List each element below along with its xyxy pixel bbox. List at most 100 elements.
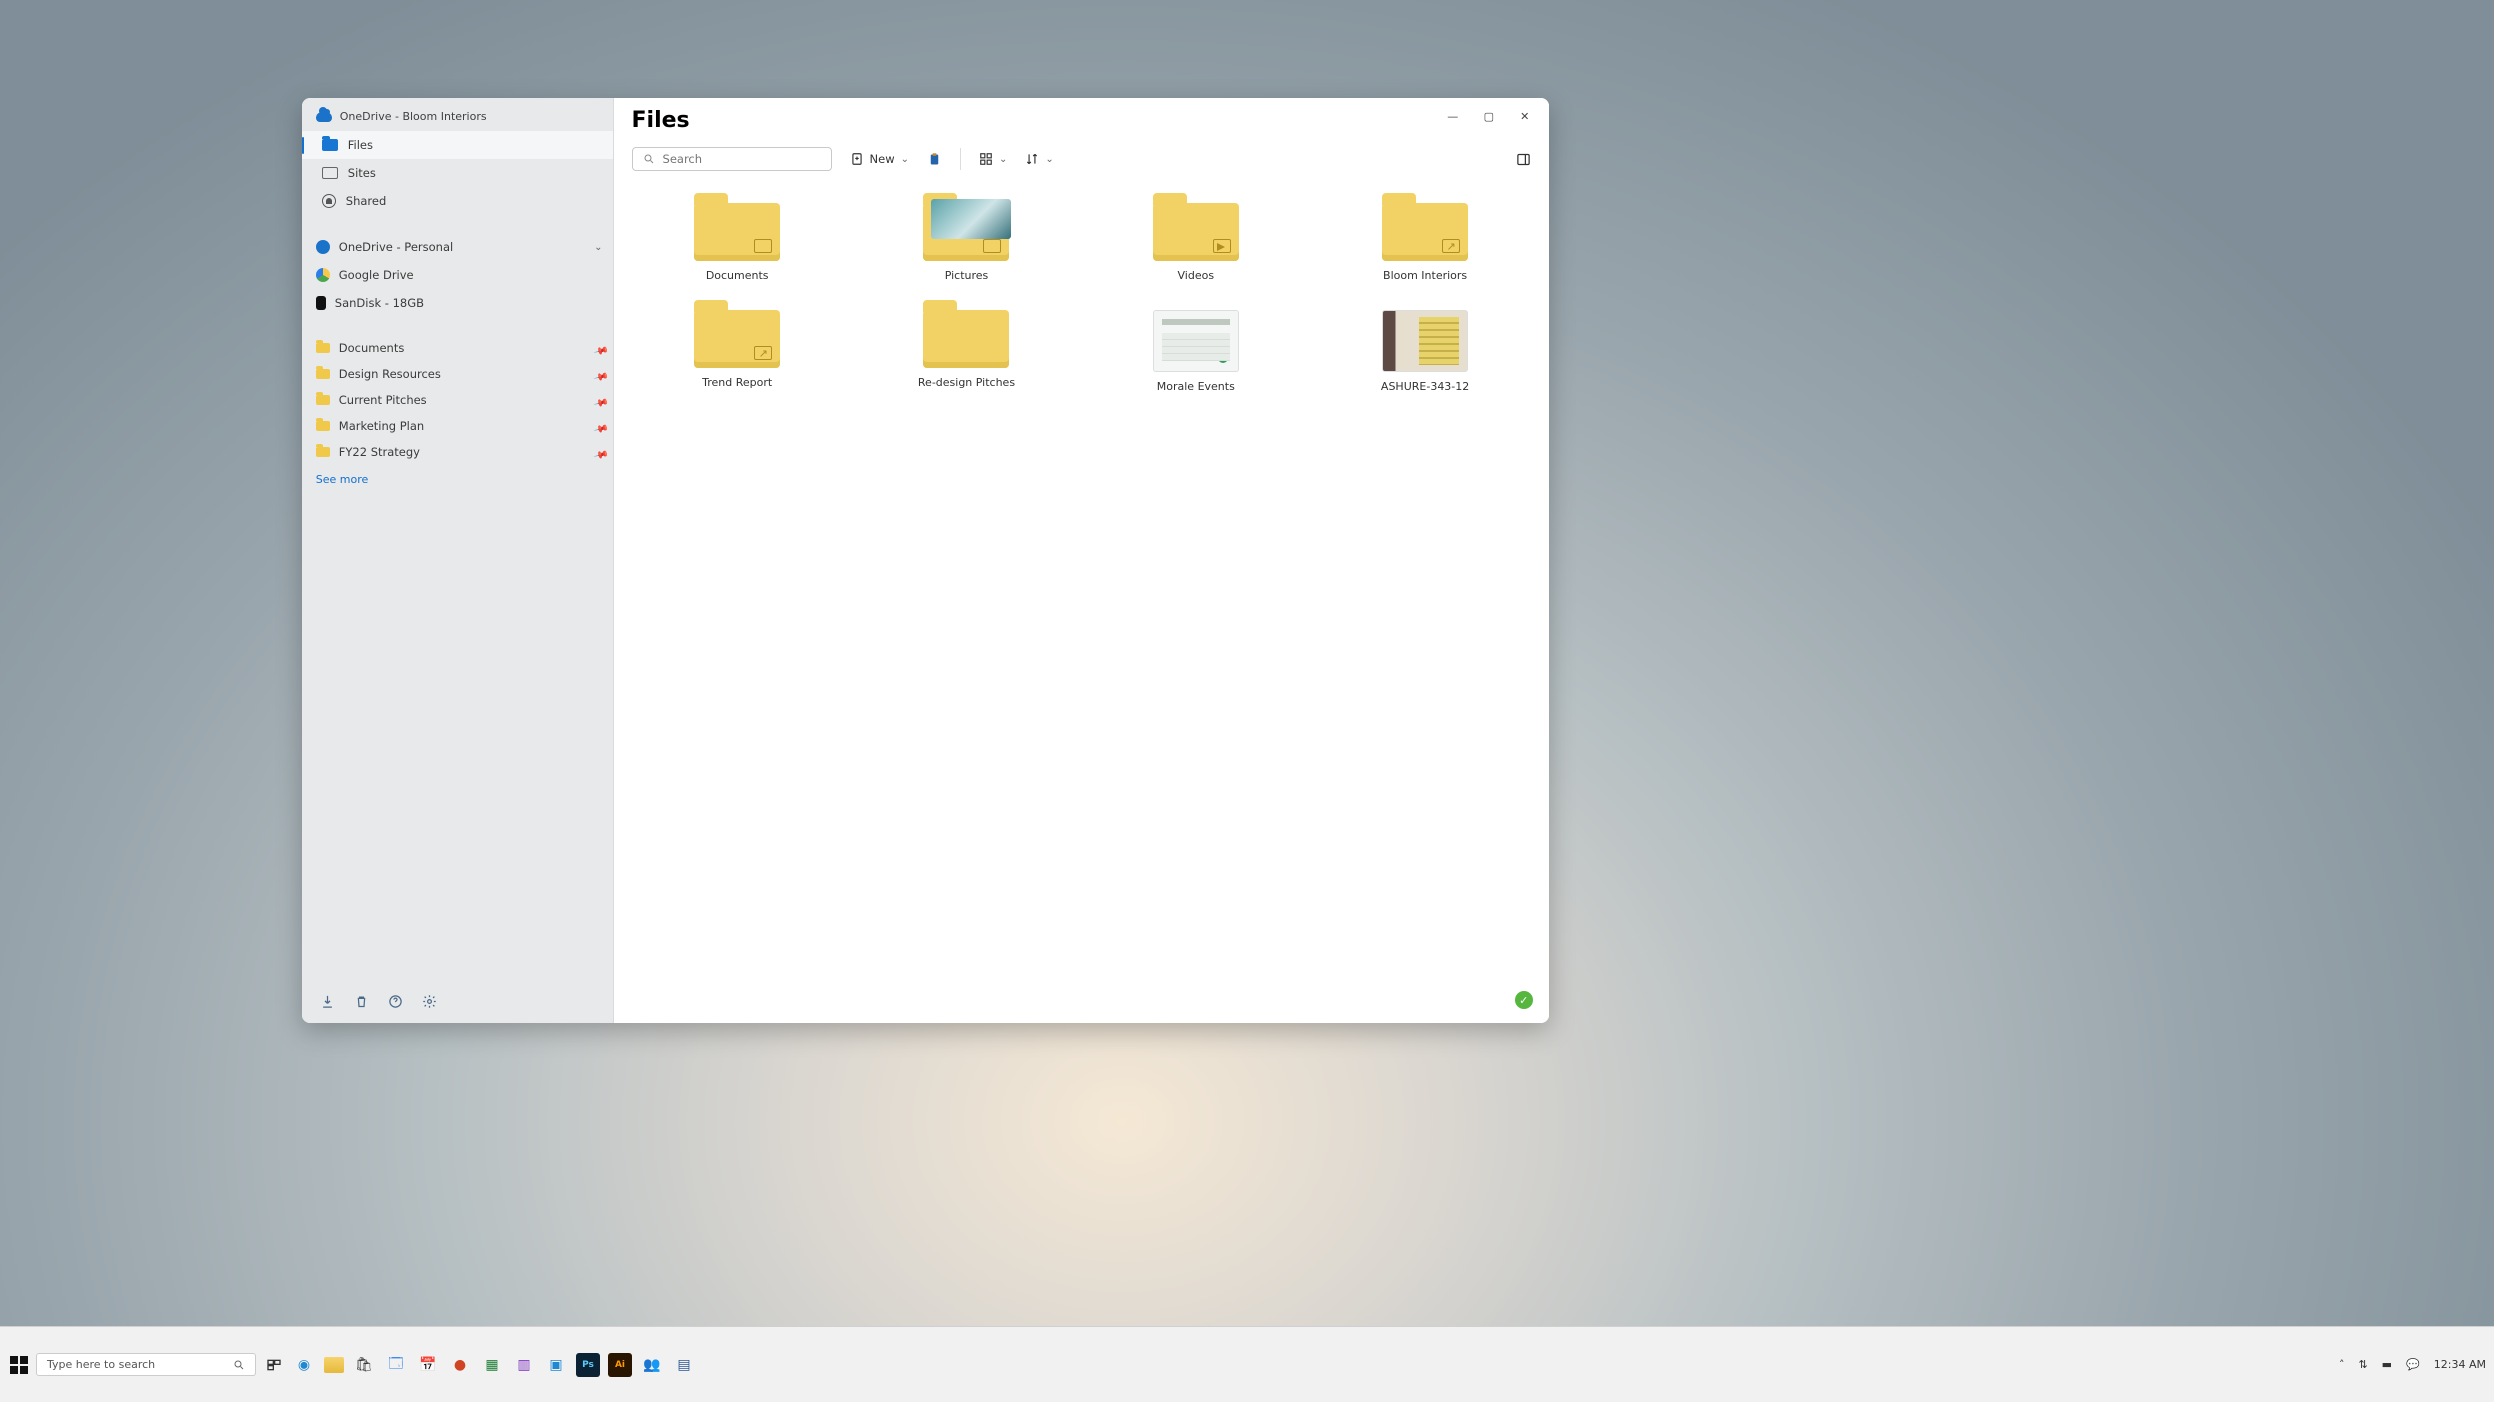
folder-trend-report[interactable]: Trend Report	[632, 310, 843, 393]
app-teams[interactable]: 👥	[640, 1353, 664, 1377]
chevron-down-icon: ⌄	[901, 154, 909, 165]
pinned-current-pitches[interactable]: Current Pitches 📌	[302, 387, 613, 413]
account-onedrive-personal[interactable]: OneDrive - Personal ⌄	[302, 233, 613, 261]
app-illustrator[interactable]: Ai	[608, 1353, 632, 1377]
app-excel[interactable]: ▦	[480, 1353, 504, 1377]
main-pane: — ▢ ✕ Files New ⌄	[614, 98, 1549, 1023]
sidebar-nav-sites[interactable]: Sites	[302, 159, 613, 187]
account-label: Google Drive	[339, 268, 414, 282]
nav-label: Sites	[348, 166, 376, 180]
pinned-label: Design Resources	[339, 367, 441, 381]
nav-label: Files	[348, 138, 373, 152]
recycle-bin-icon[interactable]	[354, 993, 370, 1009]
paste-button[interactable]	[927, 152, 942, 167]
file-explorer-window: OneDrive - Bloom Interiors Files Sites S…	[302, 98, 1549, 1023]
spreadsheet-thumbnail	[1153, 310, 1239, 372]
folder-bloom-interiors[interactable]: Bloom Interiors	[1319, 203, 1530, 282]
file-morale-events[interactable]: Morale Events	[1090, 310, 1301, 393]
sidebar-nav-shared[interactable]: Shared	[302, 187, 613, 215]
page-title: Files	[614, 108, 1549, 143]
sidebar-bottom-bar	[302, 983, 613, 1023]
app-powerpoint[interactable]: ●	[448, 1353, 472, 1377]
sidebar-nav-files[interactable]: Files	[302, 131, 613, 159]
settings-icon[interactable]	[422, 993, 438, 1009]
tile-label: Morale Events	[1157, 380, 1235, 393]
pin-icon[interactable]: 📌	[594, 369, 604, 379]
app-photos[interactable]: ▣	[544, 1353, 568, 1377]
sidebar: OneDrive - Bloom Interiors Files Sites S…	[302, 98, 614, 1023]
account-title: OneDrive - Bloom Interiors	[340, 110, 487, 123]
file-ashure-photo[interactable]: ASHURE-343-12	[1319, 310, 1530, 393]
pinned-documents[interactable]: Documents 📌	[302, 335, 613, 361]
task-view-button[interactable]	[262, 1353, 286, 1377]
nav-label: Shared	[346, 194, 387, 208]
pinned-fy22-strategy[interactable]: FY22 Strategy 📌	[302, 439, 613, 465]
sidebar-header: OneDrive - Bloom Interiors	[302, 98, 613, 131]
app-mail[interactable]: 🗔	[384, 1353, 408, 1377]
sync-status-ok-icon[interactable]: ✓	[1515, 991, 1533, 1009]
search-box[interactable]	[632, 147, 832, 171]
pinned-marketing-plan[interactable]: Marketing Plan 📌	[302, 413, 613, 439]
details-pane-button[interactable]	[1516, 152, 1531, 167]
taskbar-search-placeholder: Type here to search	[47, 1358, 155, 1371]
tile-label: Pictures	[945, 269, 989, 282]
tile-label: Re-design Pitches	[918, 376, 1015, 389]
account-sandisk[interactable]: SanDisk - 18GB	[302, 289, 613, 317]
app-file-explorer[interactable]	[324, 1357, 344, 1373]
taskbar-search[interactable]: Type here to search	[36, 1353, 256, 1376]
app-photoshop[interactable]: Ps	[576, 1353, 600, 1377]
taskbar-pinned-apps: ◉ 🛍 🗔 📅 ● ▦ ▥ ▣ Ps Ai 👥 ▤	[292, 1353, 696, 1377]
folder-icon	[316, 395, 330, 405]
grid-view-icon	[979, 152, 993, 166]
account-google-drive[interactable]: Google Drive	[302, 261, 613, 289]
help-icon[interactable]	[388, 993, 404, 1009]
pin-icon[interactable]: 📌	[594, 447, 604, 457]
file-grid: Documents Pictures Videos Bloom Interior…	[614, 181, 1549, 415]
app-edge[interactable]: ◉	[292, 1353, 316, 1377]
tray-network-icon[interactable]: ⇅	[2358, 1358, 2367, 1371]
tray-battery-icon[interactable]: ▬	[2382, 1358, 2392, 1371]
folder-icon	[316, 421, 330, 431]
pinned-label: Marketing Plan	[339, 419, 424, 433]
pin-icon[interactable]: 📌	[594, 421, 604, 431]
tile-label: Videos	[1178, 269, 1215, 282]
toolbar: New ⌄ ⌄ ⌄	[614, 143, 1549, 181]
folder-pictures[interactable]: Pictures	[861, 203, 1072, 282]
chevron-down-icon: ⌄	[1045, 154, 1053, 165]
folder-documents[interactable]: Documents	[632, 203, 843, 282]
search-icon	[643, 153, 655, 165]
downloads-icon[interactable]	[320, 993, 336, 1009]
see-more-link[interactable]: See more	[302, 465, 613, 494]
folder-icon	[923, 203, 1009, 261]
app-onenote[interactable]: ▥	[512, 1353, 536, 1377]
search-input[interactable]	[663, 152, 821, 166]
pinned-design-resources[interactable]: Design Resources 📌	[302, 361, 613, 387]
onedrive-icon	[316, 240, 330, 254]
start-button[interactable]	[8, 1354, 30, 1376]
new-button[interactable]: New ⌄	[850, 152, 909, 166]
app-store[interactable]: 🛍	[352, 1353, 376, 1377]
account-label: SanDisk - 18GB	[335, 296, 424, 310]
chevron-down-icon[interactable]: ⌄	[594, 242, 602, 253]
tile-label: Trend Report	[702, 376, 772, 389]
pin-icon[interactable]: 📌	[594, 343, 604, 353]
folder-icon	[1382, 203, 1468, 261]
sort-button[interactable]: ⌄	[1025, 152, 1053, 166]
search-icon	[233, 1359, 245, 1371]
folder-icon	[694, 310, 780, 368]
folder-videos[interactable]: Videos	[1090, 203, 1301, 282]
info-panel-icon	[1516, 152, 1531, 167]
app-word[interactable]: ▤	[672, 1353, 696, 1377]
pin-icon[interactable]: 📌	[594, 395, 604, 405]
new-label: New	[870, 152, 895, 166]
tray-clock[interactable]: 12:34 AM	[2434, 1358, 2486, 1371]
shared-icon	[322, 194, 336, 208]
tray-chevron-up-icon[interactable]: ˄	[2339, 1358, 2345, 1371]
view-button[interactable]: ⌄	[979, 152, 1007, 166]
taskbar: Type here to search ◉ 🛍 🗔 📅 ● ▦ ▥ ▣ Ps A…	[0, 1326, 2494, 1402]
picture-thumbnail	[931, 199, 1011, 239]
folder-redesign-pitches[interactable]: Re-design Pitches	[861, 310, 1072, 393]
google-drive-icon	[316, 268, 330, 282]
tray-notifications-icon[interactable]: 💬	[2406, 1358, 2420, 1371]
app-calendar[interactable]: 📅	[416, 1353, 440, 1377]
